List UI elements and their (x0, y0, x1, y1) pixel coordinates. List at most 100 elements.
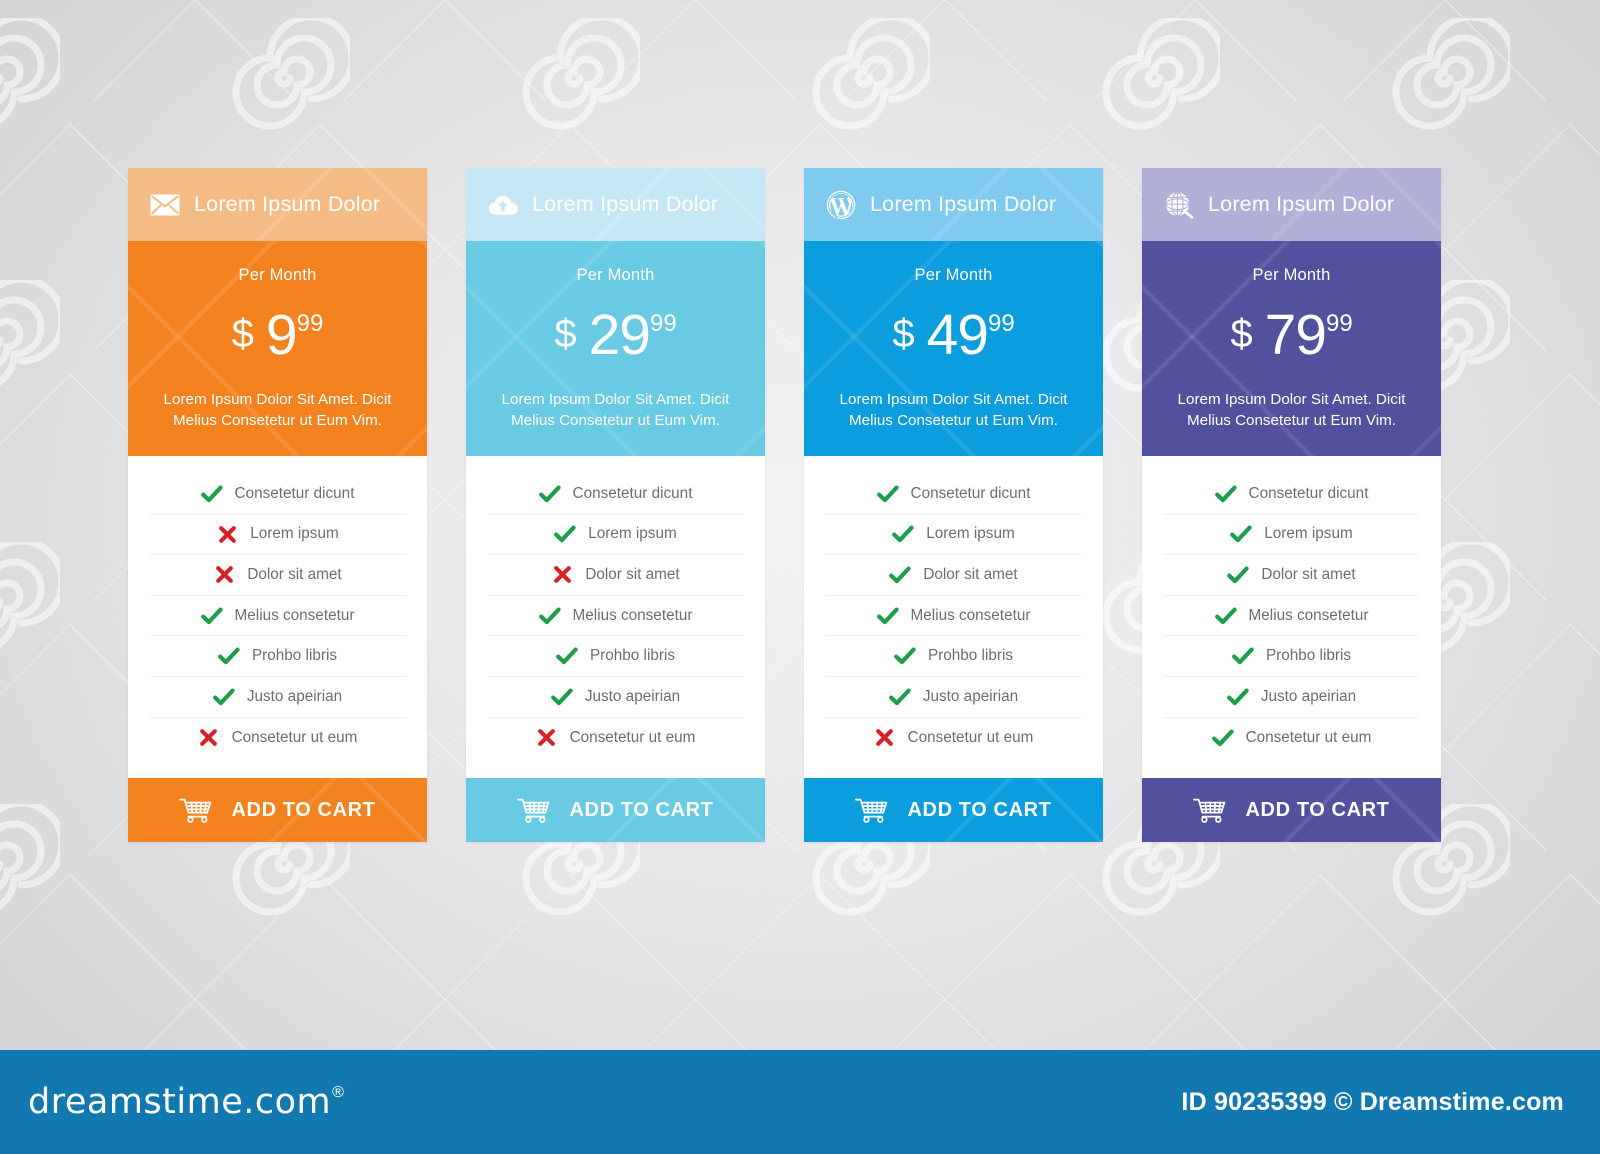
feature-label: Justo apeirian (922, 687, 1019, 705)
feature-label: Prohbo libris (927, 647, 1014, 665)
feature-label: Dolor sit amet (1261, 565, 1356, 583)
pricing-table-stage: Lorem Ipsum Dolor Per Month $9 99 Lorem Ipsu… (0, 0, 1600, 1050)
feature-list: Consetetur dicunt Lorem ipsum Dolor sit am… (1142, 456, 1441, 779)
add-to-cart-label: ADD TO CART (569, 798, 714, 821)
feature-row: Melius consetetur (826, 596, 1081, 637)
feature-row: Melius consetetur (488, 596, 743, 637)
price-line: $49 99 (804, 307, 1103, 364)
feature-row: Consetetur ut eum (826, 718, 1081, 759)
feature-row: Consetetur dicunt (1164, 474, 1419, 515)
feature-row: Dolor sit amet (826, 555, 1081, 596)
card-title: Lorem Ipsum Dolor (532, 192, 719, 216)
price-line: $29 99 (466, 307, 765, 364)
check-icon (1226, 686, 1249, 708)
check-icon (876, 483, 899, 505)
price-cents: 99 (987, 310, 1015, 337)
shopping-cart-icon (855, 797, 889, 823)
shopping-cart-icon (179, 797, 213, 823)
feature-label: Lorem ipsum (1264, 525, 1353, 543)
add-to-cart-button[interactable]: ADD TO CART (128, 778, 427, 843)
feature-row: Lorem ipsum (488, 515, 743, 556)
currency-symbol: $ (554, 312, 577, 356)
feature-label: Melius consetetur (234, 606, 355, 624)
cross-icon (536, 727, 558, 749)
check-icon (876, 605, 899, 627)
price-amount: 29 (588, 303, 651, 367)
feature-label: Consetetur dicunt (910, 484, 1031, 502)
plan-description: Lorem Ipsum Dolor Sit Amet. Dicit Melius… (1177, 391, 1406, 429)
feature-list: Consetetur dicunt Lorem ipsum Dolor sit am… (466, 456, 765, 779)
feature-row: Consetetur dicunt (150, 474, 405, 515)
feature-row: Consetetur ut eum (1164, 718, 1419, 759)
feature-row: Prohbo libris (150, 636, 405, 677)
feature-label: Prohbo libris (1265, 647, 1352, 665)
feature-row: Consetetur ut eum (488, 718, 743, 759)
add-to-cart-label: ADD TO CART (1245, 798, 1390, 821)
cross-icon (213, 564, 235, 586)
currency-symbol: $ (892, 312, 915, 356)
feature-row: Consetetur ut eum (150, 718, 405, 759)
price-cents: 99 (296, 310, 324, 337)
billing-period-label: Per Month (576, 266, 655, 284)
feature-label: Lorem ipsum (926, 525, 1015, 543)
feature-row: Justo apeirian (1164, 677, 1419, 718)
cross-icon (216, 523, 238, 545)
price-line: $9 99 (128, 307, 427, 364)
feature-row: Lorem ipsum (150, 515, 405, 556)
check-icon (554, 523, 576, 545)
price-cents: 99 (649, 310, 677, 337)
feature-label: Consetetur dicunt (234, 484, 355, 502)
card-header: Lorem Ipsum Dolor (128, 168, 427, 241)
pricing-card-plan-wordpress: Lorem Ipsum Dolor Per Month $49 99 Lorem Ips… (804, 168, 1103, 843)
card-title: Lorem Ipsum Dolor (194, 192, 381, 216)
feature-label: Lorem ipsum (588, 525, 677, 543)
feature-row: Justo apeirian (826, 677, 1081, 718)
card-header: Lorem Ipsum Dolor (466, 168, 765, 241)
add-to-cart-button[interactable]: ADD TO CART (466, 778, 765, 843)
pricing-cards-row: Lorem Ipsum Dolor Per Month $9 99 Lorem Ipsu… (128, 168, 1454, 843)
add-to-cart-button[interactable]: ADD TO CART (1142, 778, 1441, 843)
check-icon (888, 686, 911, 708)
check-icon (1227, 564, 1250, 586)
feature-label: Lorem ipsum (250, 525, 339, 543)
feature-label: Melius consetetur (1248, 606, 1369, 624)
feature-row: Prohbo libris (488, 636, 743, 677)
feature-label: Justo apeirian (1260, 687, 1357, 705)
billing-period-label: Per Month (914, 266, 993, 284)
card-price-block: Per Month $49 99 Lorem Ipsum Dolor Sit Amet… (804, 241, 1103, 456)
globe-icon (1164, 190, 1194, 220)
feature-label: Dolor sit amet (247, 565, 342, 583)
feature-label: Consetetur ut eum (231, 728, 358, 746)
check-icon (212, 686, 235, 708)
billing-period-label: Per Month (1252, 266, 1331, 284)
check-icon (200, 605, 223, 627)
currency-symbol: $ (1230, 312, 1253, 356)
feature-label: Dolor sit amet (585, 565, 680, 583)
feature-label: Consetetur ut eum (569, 728, 696, 746)
feature-label: Prohbo libris (251, 647, 338, 665)
check-icon (889, 564, 912, 586)
check-icon (200, 483, 223, 505)
feature-row: Justo apeirian (488, 677, 743, 718)
check-icon (1232, 645, 1254, 667)
feature-row: Dolor sit amet (1164, 555, 1419, 596)
cross-icon (551, 564, 573, 586)
pricing-card-plan-global: Lorem Ipsum Dolor Per Month $79 99 Lorem Ips… (1142, 168, 1441, 843)
price-amount: 49 (926, 303, 989, 367)
billing-period-label: Per Month (238, 266, 317, 284)
price-cents: 99 (1325, 310, 1353, 337)
feature-label: Consetetur dicunt (1248, 484, 1369, 502)
add-to-cart-button[interactable]: ADD TO CART (804, 778, 1103, 843)
card-price-block: Per Month $9 99 Lorem Ipsum Dolor Sit Amet.… (128, 241, 427, 456)
cross-icon (874, 727, 896, 749)
feature-label: Melius consetetur (910, 606, 1031, 624)
check-icon (892, 523, 914, 545)
feature-list: Consetetur dicunt Lorem ipsum Dolor sit am… (804, 456, 1103, 779)
feature-row: Consetetur dicunt (488, 474, 743, 515)
shopping-cart-icon (1193, 797, 1227, 823)
feature-row: Dolor sit amet (150, 555, 405, 596)
dreamstime-logo: dreamstime.com ® (28, 1082, 344, 1122)
shopping-cart-icon (517, 797, 551, 823)
feature-label: Prohbo libris (589, 647, 676, 665)
pricing-card-plan-cloud: Lorem Ipsum Dolor Per Month $29 99 Lorem Ips… (466, 168, 765, 843)
